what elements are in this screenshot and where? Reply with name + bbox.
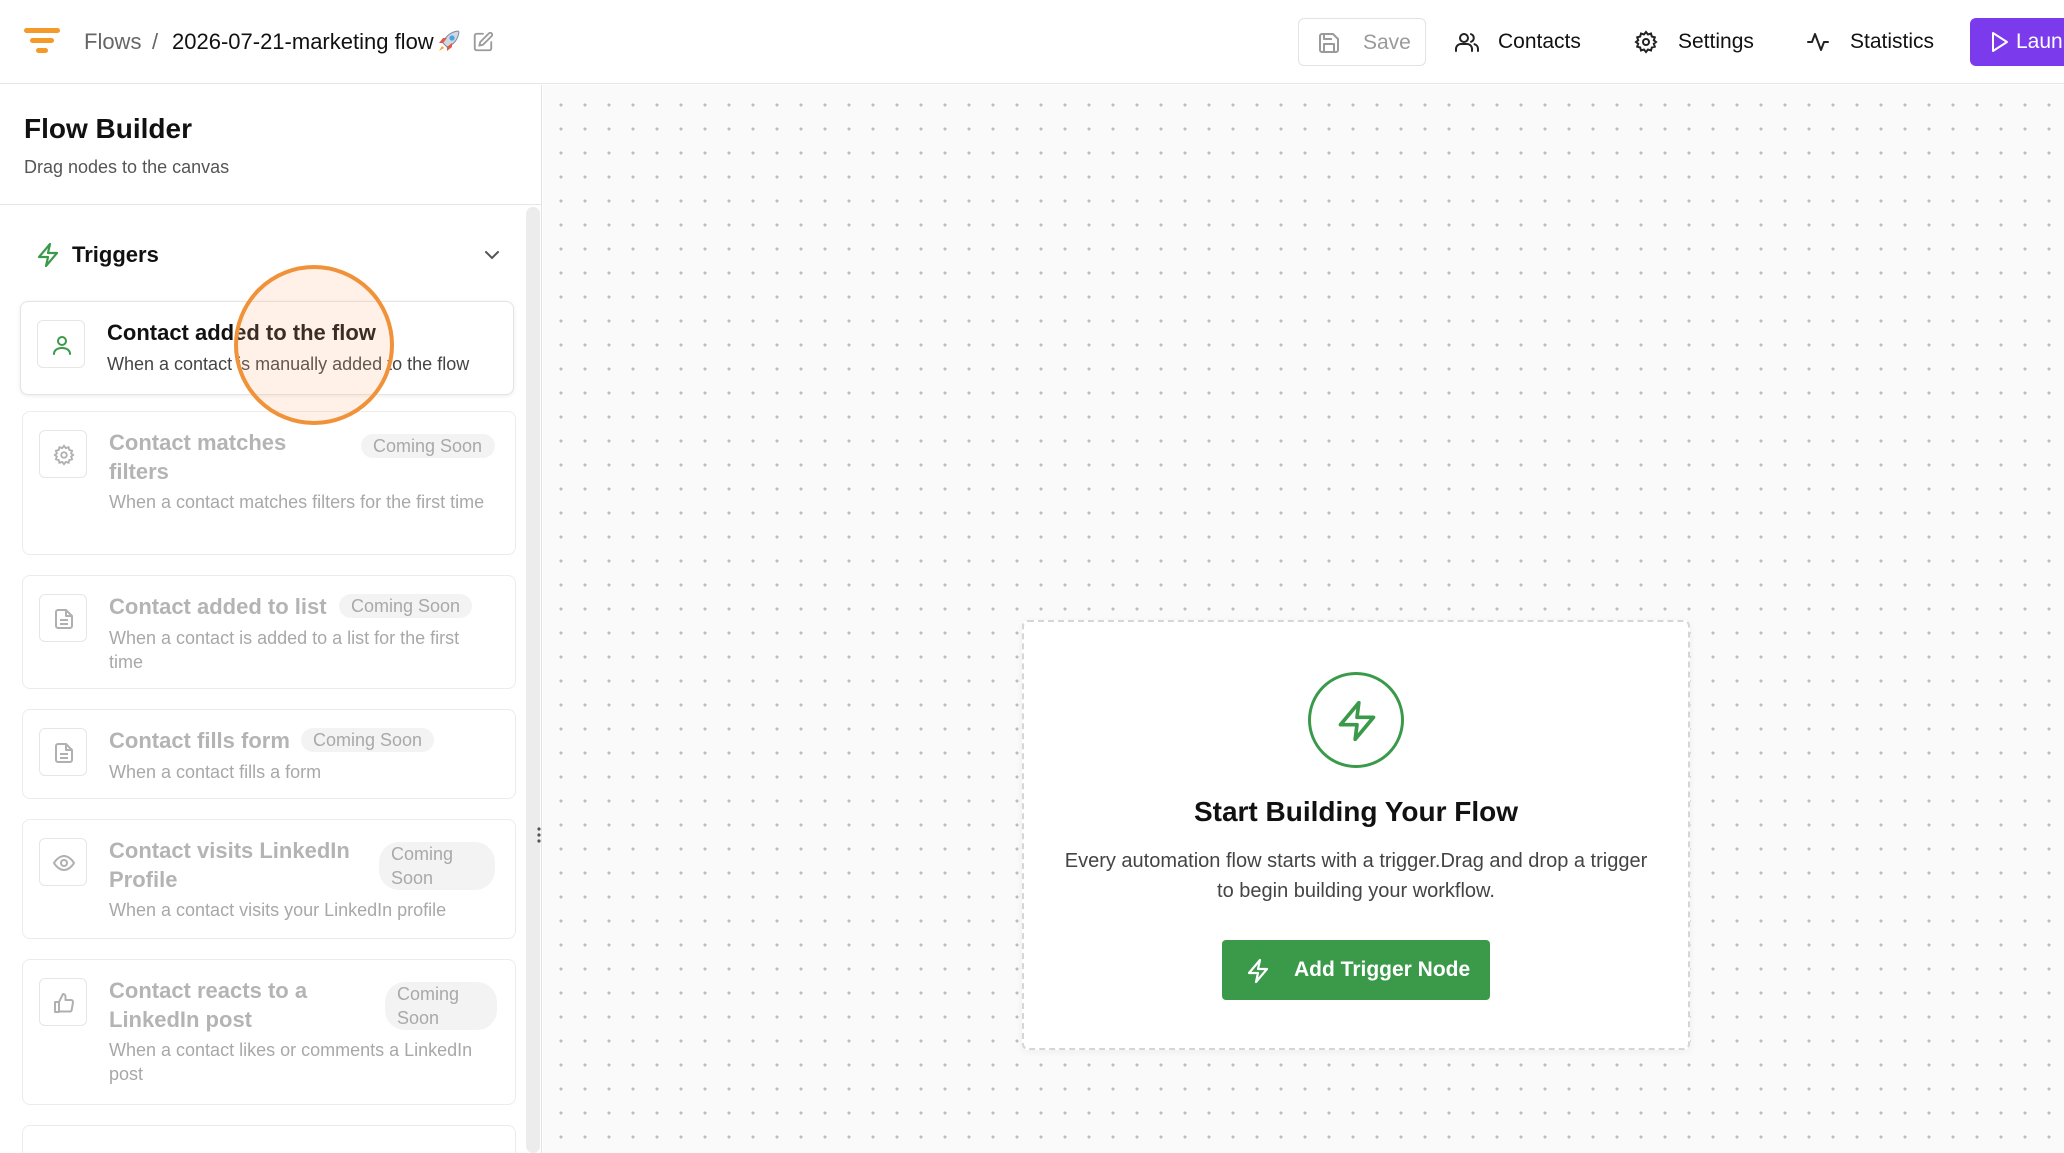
chevron-down-icon <box>485 251 499 260</box>
document-icon <box>55 609 73 629</box>
trigger-card-description: When a contact is added to a list for th… <box>109 628 460 672</box>
trigger-card-title: Contact fills form <box>109 728 290 753</box>
funnel-logo-icon[interactable] <box>24 28 60 58</box>
trigger-card-title: Contact added to the flow <box>107 320 376 345</box>
trigger-card-description: When a contact visits your LinkedIn prof… <box>109 900 447 920</box>
rocket-icon <box>439 30 460 51</box>
trigger-card-title: Contact reacts to a LinkedIn post <box>109 978 308 1032</box>
trigger-card-title: Contact visits LinkedIn Profile <box>109 838 350 892</box>
statistics-button-label: Statistics <box>1850 30 1935 53</box>
thumbs-up-icon <box>54 993 74 1013</box>
contacts-button-label: Contacts <box>1498 30 1581 53</box>
trigger-card-title: Contact added to list <box>109 594 327 619</box>
pencil-edit-icon[interactable] <box>472 31 494 53</box>
empty-state-title: Start Building Your Flow <box>1193 796 1519 827</box>
trigger-card-icon-box <box>37 320 85 368</box>
save-button[interactable]: Save <box>1298 18 1426 66</box>
trigger-card-partial <box>22 1125 516 1153</box>
coming-soon-badge: Coming Soon <box>301 728 435 752</box>
contacts-button[interactable]: Contacts <box>1454 18 1604 66</box>
trigger-card-icon-box <box>39 430 87 478</box>
launch-button-label: Laun <box>2016 30 2063 53</box>
user-icon <box>53 336 71 355</box>
sidebar-title: Flow Builder <box>24 113 192 144</box>
triggers-section-header[interactable]: Triggers <box>20 230 510 280</box>
trigger-card-title: Contact matches filters <box>109 430 287 484</box>
settings-button-label: Settings <box>1678 30 1754 53</box>
top-bar: Flows / 2026-07-21-marketing flow Save C… <box>0 0 2064 84</box>
trigger-card-description: When a contact likes or comments a Linke… <box>109 1040 473 1084</box>
eye-icon <box>53 854 75 872</box>
gear-icon <box>53 444 75 466</box>
statistics-button[interactable]: Statistics <box>1806 18 1966 66</box>
trigger-zap-badge <box>1308 672 1404 768</box>
save-button-label: Save <box>1363 31 1411 54</box>
add-trigger-node-button[interactable]: Add Trigger Node <box>1222 940 1490 1000</box>
coming-soon-badge: Coming Soon <box>339 594 473 618</box>
play-icon <box>1992 32 2008 52</box>
coming-soon-badge: Coming Soon <box>385 982 497 1030</box>
add-trigger-node-label: Add Trigger Node <box>1294 958 1471 981</box>
sidebar-scrollbar[interactable] <box>526 207 540 1153</box>
trigger-card-icon-box <box>39 594 87 642</box>
coming-soon-badge: Coming Soon <box>379 842 495 890</box>
sidebar-subtitle: Drag nodes to the canvas <box>24 157 230 177</box>
launch-button[interactable]: Laun <box>1970 18 2064 66</box>
flow-name-title: 2026-07-21-marketing flow <box>172 29 434 54</box>
trigger-card-icon-box <box>39 978 87 1026</box>
triggers-section-label: Triggers <box>72 242 159 267</box>
trigger-card-contact-added-to-list: Contact added to list Coming Soon When a… <box>22 575 516 689</box>
trigger-card-contact-fills-form: Contact fills form Coming Soon When a co… <box>22 709 516 799</box>
trigger-card-icon-box <box>39 838 87 886</box>
gear-icon <box>1634 30 1658 54</box>
empty-state-description: Every automation flow starts with a trig… <box>1064 850 1648 902</box>
zap-icon <box>1338 700 1376 742</box>
sidebar-header: Flow Builder Drag nodes to the canvas <box>0 85 541 205</box>
activity-icon <box>1807 33 1829 51</box>
document-icon <box>55 743 73 763</box>
trigger-card-contact-reacts-linkedin-post: Contact reacts to a LinkedIn post Coming… <box>22 959 516 1105</box>
zap-icon <box>1247 958 1269 984</box>
empty-state-card: Start Building Your Flow Every automatio… <box>1022 620 1690 1050</box>
coming-soon-badge: Coming Soon <box>361 434 495 458</box>
trigger-card-description: When a contact matches filters for the f… <box>109 492 485 512</box>
trigger-card-contact-added-to-flow[interactable]: Contact added to the flow When a contact… <box>20 301 514 395</box>
settings-button[interactable]: Settings <box>1634 18 1784 66</box>
flow-builder-sidebar: Flow Builder Drag nodes to the canvas Tr… <box>0 85 542 1153</box>
users-icon <box>1455 33 1480 52</box>
trigger-card-description: When a contact fills a form <box>109 762 322 782</box>
trigger-card-contact-visits-linkedin: Contact visits LinkedIn Profile Coming S… <box>22 819 516 939</box>
trigger-card-icon-box <box>39 728 87 776</box>
breadcrumb-separator: / <box>152 29 159 54</box>
trigger-card-contact-matches-filters: Contact matches filters Coming Soon When… <box>22 411 516 555</box>
zap-icon <box>37 242 59 268</box>
trigger-card-description: When a contact is manually added to the … <box>107 354 470 374</box>
breadcrumb-flows-link[interactable]: Flows <box>84 29 141 55</box>
save-floppy-icon <box>1319 33 1339 53</box>
